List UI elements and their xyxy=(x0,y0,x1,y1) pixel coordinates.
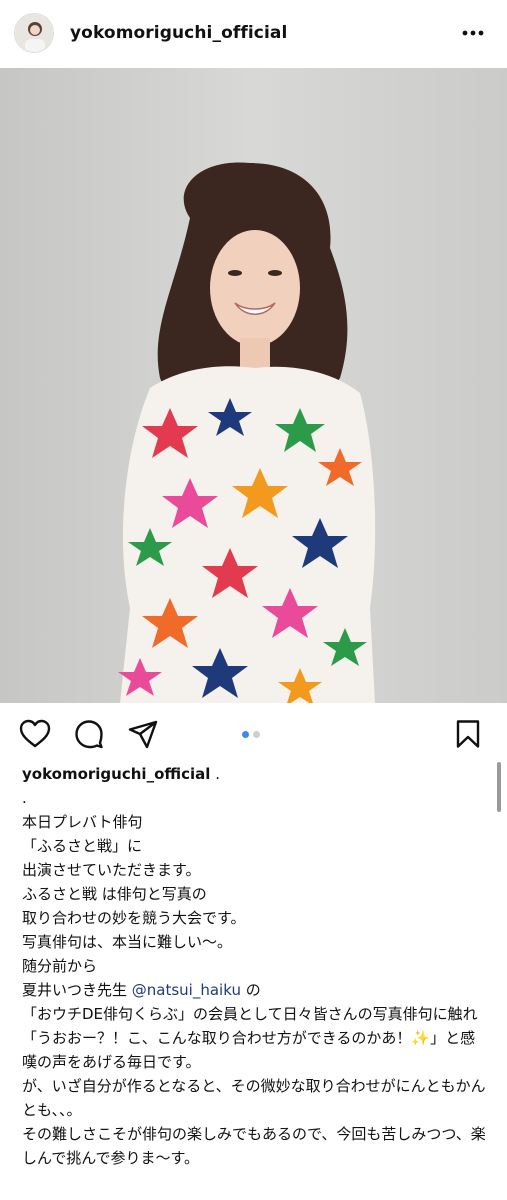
caption-line: 取り合わせの妙を競う大会です。 xyxy=(22,909,246,927)
caption-line: 出演させていただきます。 xyxy=(22,861,201,879)
more-horizontal-icon[interactable] xyxy=(453,13,493,53)
caption-line: 写真俳句は、本当に難しい〜。 xyxy=(22,933,233,951)
profile-avatar[interactable] xyxy=(14,13,54,53)
carousel-indicator xyxy=(242,731,260,738)
comment-bubble-icon[interactable] xyxy=(71,716,107,752)
caption-text: 夏井いつき先生 xyxy=(22,981,132,999)
caption-username[interactable]: yokomoriguchi_official xyxy=(22,765,210,783)
post-caption: yokomoriguchi_official . . 本日プレバト俳句 「ふるさ… xyxy=(22,762,490,1170)
send-plane-icon[interactable] xyxy=(125,716,161,752)
caption-header: yokomoriguchi_official . xyxy=(22,762,490,786)
heart-icon[interactable] xyxy=(17,716,53,752)
post-action-bar xyxy=(0,712,507,758)
mention-link[interactable]: @natsui_haiku xyxy=(132,981,241,999)
caption-line: 「ふるさと戦」に xyxy=(22,837,143,855)
caption-line: 本日プレバト俳句 xyxy=(22,813,143,831)
post-photo[interactable] xyxy=(0,68,507,703)
carousel-dot xyxy=(253,731,260,738)
caption-suffix: . xyxy=(215,765,220,783)
post-header: yokomoriguchi_official xyxy=(0,0,507,66)
caption-text: の xyxy=(240,981,261,999)
carousel-dot-active xyxy=(242,731,249,738)
caption-line: が、いざ自分が作るとなると、その微妙な取り合わせがにんともかんとも、、。 xyxy=(22,1077,486,1119)
caption-line: 随分前から xyxy=(22,957,98,975)
caption-line: 「うおおー？！こ、こんな取り合わせ方ができるのかあ！✨」と感嘆の声をあげる毎日で… xyxy=(22,1029,476,1071)
caption-line: . xyxy=(22,789,27,807)
bookmark-icon[interactable] xyxy=(450,716,486,752)
caption-line: ふるさと戦 は俳句と写真の xyxy=(22,885,207,903)
post-username[interactable]: yokomoriguchi_official xyxy=(70,23,453,43)
scrollbar[interactable] xyxy=(497,762,501,812)
caption-line: その難しさこそが俳句の楽しみでもあるので、今回も苦しみつつ、楽しんで挑んで参りま… xyxy=(22,1125,486,1167)
caption-line-mention: 夏井いつき先生 @natsui_haiku の xyxy=(22,978,490,1002)
caption-line: 「おウチDE俳句くらぶ」の会員として日々皆さんの写真俳句に触れ xyxy=(22,1005,478,1023)
